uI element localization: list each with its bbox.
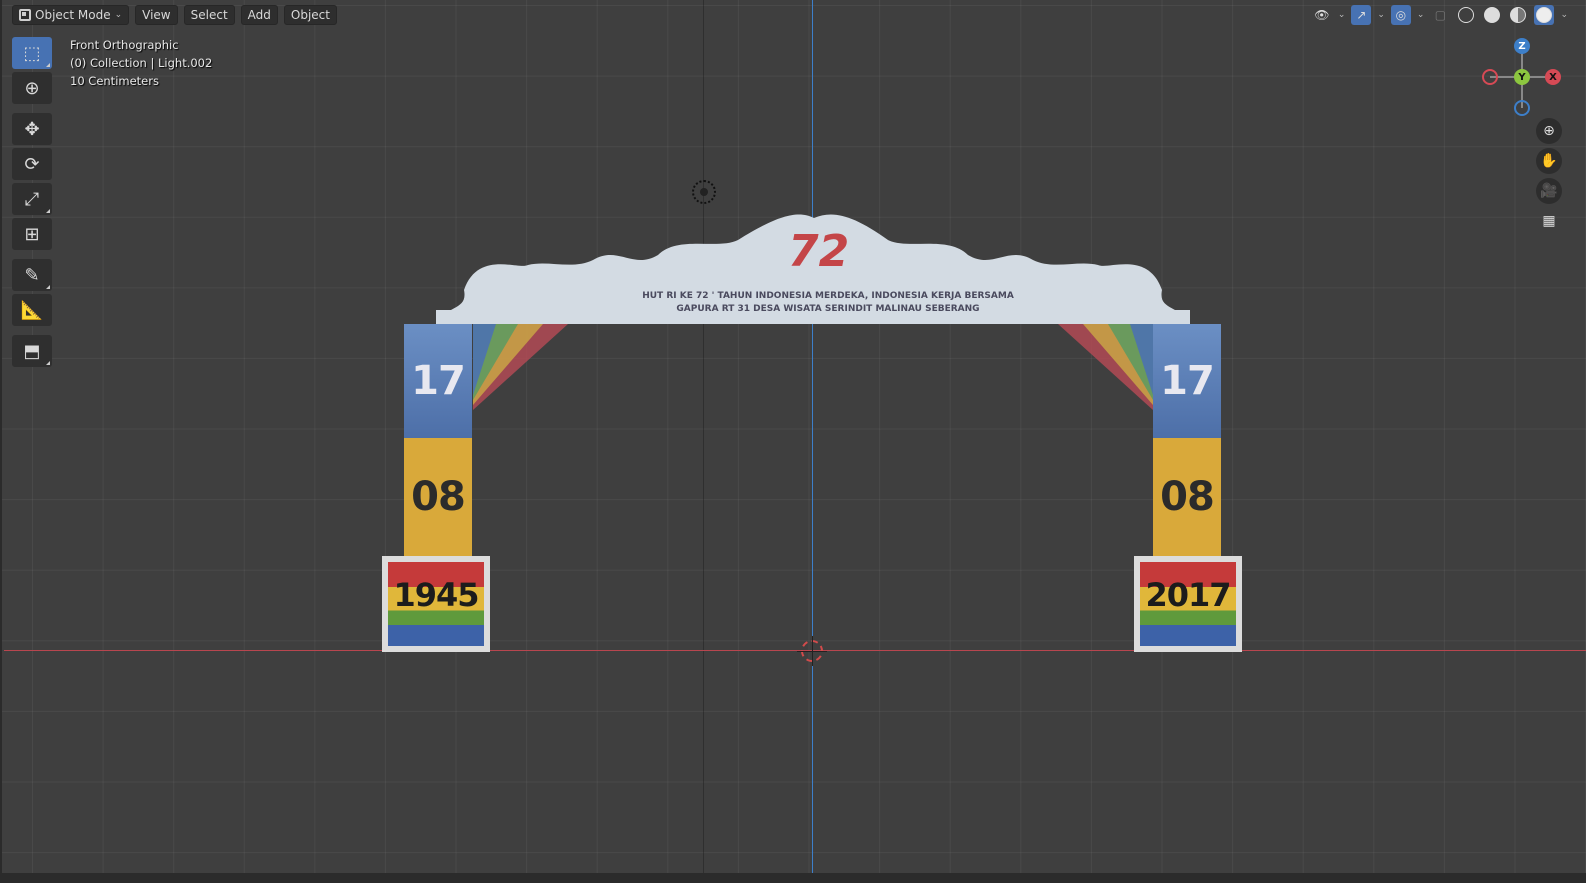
solid-shading-icon[interactable] [1482,5,1502,25]
left-pillar-day: 17 [411,358,466,404]
gizmo-neg-x-axis[interactable] [1482,69,1498,85]
banner-line-1: HUT RI KE 72 ' TAHUN INDONESIA MERDEKA, … [642,291,1014,301]
zoom-icon[interactable]: ⊕ [1536,118,1562,144]
tool-shelf: ⬚ ⊕ ✥ ⟳ ⤢ ⊞ ✎ 📐 ⬒ [12,37,52,370]
chevron-down-icon[interactable]: ⌄ [1377,10,1385,20]
left-base: 1945 [382,556,490,652]
material-shading-icon[interactable] [1508,5,1528,25]
visibility-icon[interactable]: 👁 [1312,5,1332,25]
menu-add[interactable]: Add [240,5,278,25]
banner-text: HUT RI KE 72 ' TAHUN INDONESIA MERDEKA, … [618,290,1038,316]
navigation-gizmo[interactable]: Z Y X [1480,36,1564,116]
right-base-year: 2017 [1145,576,1231,614]
right-pillar: 17 08 [1153,324,1221,556]
select-box-icon: ⬚ [23,42,41,64]
grid-scale: 10 Centimeters [70,74,159,88]
grid-icon[interactable]: ▦ [1536,208,1562,234]
gizmo-z-axis[interactable]: Z [1514,38,1530,54]
gizmo-neg-z-axis[interactable] [1514,100,1530,116]
pan-hand-icon[interactable]: ✋ [1536,148,1562,174]
chevron-down-icon[interactable]: ⌄ [1417,10,1425,20]
gizmo-y-axis[interactable]: Y [1514,69,1530,85]
scale-icon: ⤢ [24,188,40,210]
wireframe-shading-icon[interactable] [1456,5,1476,25]
measure-icon: 📐 [20,299,44,321]
scale-tool[interactable]: ⤢ [12,183,52,215]
right-base: 2017 [1134,556,1242,652]
left-base-year: 1945 [393,576,479,614]
gizmo-toggle-icon[interactable]: ↗ [1351,5,1372,25]
add-cube-icon: ⬒ [23,340,41,362]
left-pillar: 17 08 [404,324,472,556]
cursor-icon: ⊕ [24,77,40,99]
xray-toggle-icon[interactable]: ▢ [1430,5,1450,25]
view-name: Front Orthographic [70,38,179,52]
left-pillar-month: 08 [411,474,466,520]
gizmo-x-axis[interactable]: X [1545,69,1561,85]
camera-icon[interactable]: 🎥 [1536,178,1562,204]
menu-object[interactable]: Object [283,5,337,25]
rotate-icon: ⟳ [24,153,40,175]
menu-view[interactable]: View [135,5,178,25]
annotate-icon: ✎ [24,264,40,286]
cursor-tool[interactable]: ⊕ [12,72,52,104]
annotate-tool[interactable]: ✎ [12,259,52,291]
mode-label: Object Mode [35,8,111,22]
chevron-down-icon: ⌄ [114,10,123,20]
navigation-buttons: ⊕ ✋ 🎥 ▦ [1536,118,1564,238]
mode-selector[interactable]: Object Mode ⌄ [12,5,130,25]
menu-select[interactable]: Select [183,5,235,25]
anniversary-logo: 72 [788,226,850,277]
transform-tool[interactable]: ⊞ [12,218,52,250]
3d-viewport[interactable]: 72 HUT RI KE 72 ' TAHUN INDONESIA MERDEK… [0,0,1586,883]
rendered-shading-icon[interactable] [1534,5,1555,25]
gate-model[interactable]: 72 HUT RI KE 72 ' TAHUN INDONESIA MERDEK… [378,210,1248,652]
select-box-tool[interactable]: ⬚ [12,37,52,69]
viewport-info: Front Orthographic (0) Collection | Ligh… [70,36,212,90]
collection-info: (0) Collection | Light.002 [70,56,213,70]
move-icon: ✥ [24,118,40,140]
light-object[interactable] [692,180,716,204]
right-pillar-month: 08 [1160,474,1215,520]
chevron-down-icon[interactable]: ⌄ [1338,10,1346,20]
right-pillar-day: 17 [1160,358,1215,404]
banner-line-2: GAPURA RT 31 DESA WISATA SERINDIT MALINA… [676,304,980,314]
move-tool[interactable]: ✥ [12,113,52,145]
measure-tool[interactable]: 📐 [12,294,52,326]
header-right-controls: 👁 ⌄ ↗ ⌄ ◎ ⌄ ▢ ⌄ [1312,5,1568,25]
add-cube-tool[interactable]: ⬒ [12,335,52,367]
chevron-down-icon[interactable]: ⌄ [1560,10,1568,20]
overlays-toggle-icon[interactable]: ◎ [1390,5,1411,25]
3d-cursor[interactable] [797,636,827,666]
object-mode-icon [19,9,31,21]
transform-icon: ⊞ [24,223,40,245]
rotate-tool[interactable]: ⟳ [12,148,52,180]
